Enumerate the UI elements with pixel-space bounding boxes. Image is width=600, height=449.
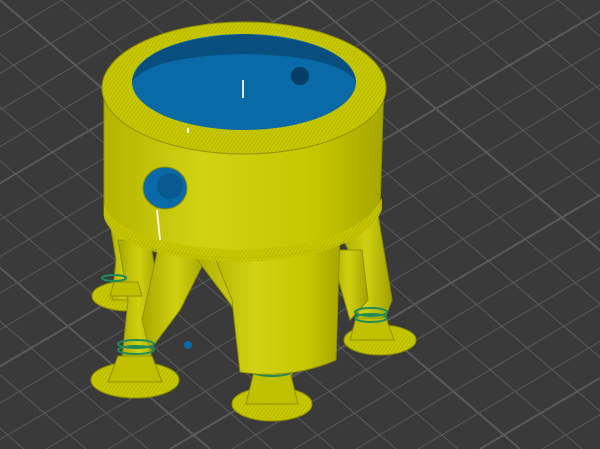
lower-port-hole [184,341,192,349]
support-cone [109,281,143,297]
grid-line [355,304,600,449]
interior-port-hole [291,67,309,85]
3d-viewport[interactable] [0,0,600,449]
scene-svg[interactable] [0,0,600,449]
grid-line [479,376,600,449]
side-port-hole-inner [157,173,183,199]
support-cone [107,355,163,383]
grid-line [0,374,87,449]
grid-line [433,0,600,144]
